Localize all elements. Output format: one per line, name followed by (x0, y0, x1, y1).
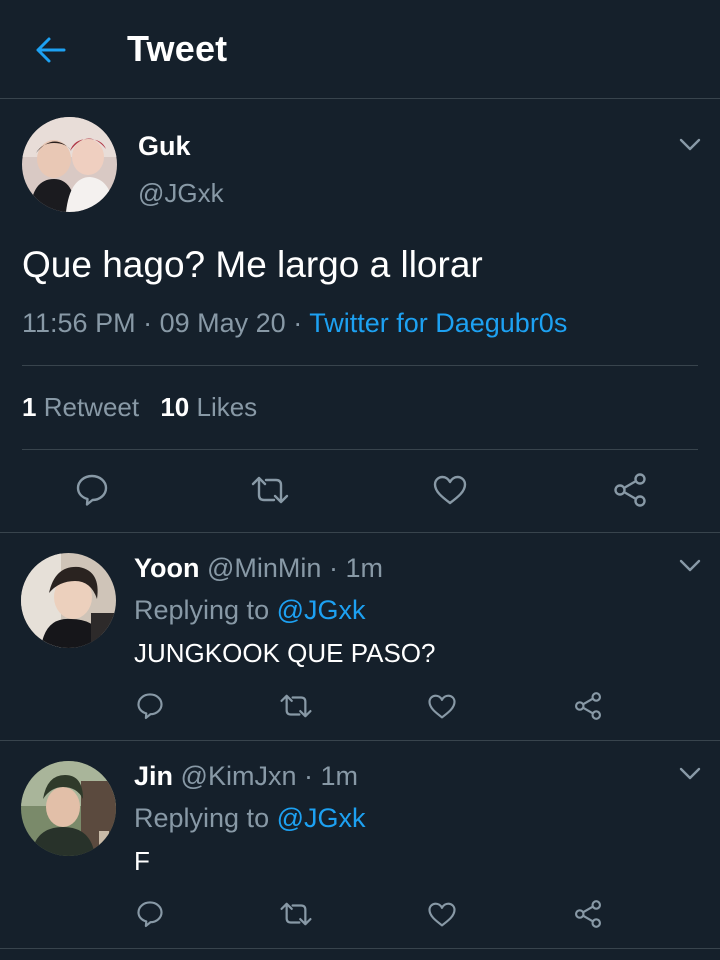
meta-separator: · (303, 761, 313, 791)
tweet-meta: 11:56 PM · 09 May 20 · Twitter for Daegu… (22, 308, 567, 339)
replying-label: Replying to (134, 595, 270, 625)
share-button[interactable] (570, 686, 606, 726)
tweet-actions (0, 468, 720, 512)
tweet-time: 11:56 PM (22, 308, 136, 338)
avatar[interactable] (22, 117, 117, 212)
reply-text: JUNGKOOK QUE PASO? (134, 638, 436, 668)
retweet-count: 1 (22, 392, 37, 422)
replying-to: Replying to @JGxk (134, 595, 366, 626)
reply-time: 1m (320, 761, 359, 791)
reply-time: 1m (345, 553, 383, 583)
heart-icon (428, 902, 456, 926)
reply-options-button[interactable] (675, 762, 705, 786)
comment-icon (76, 474, 108, 506)
divider (22, 449, 698, 450)
share-icon (574, 900, 602, 928)
share-icon (614, 473, 646, 507)
reply-author-handle[interactable]: @MinMin (207, 553, 321, 583)
tweet-stats: 1 Retweet 10 Likes (22, 392, 257, 423)
chevron-down-icon (679, 559, 701, 572)
reply-header: Yoon @MinMin · 1m (134, 553, 383, 584)
heart-icon (428, 694, 456, 718)
mention-link[interactable]: @JGxk (277, 803, 366, 833)
share-button[interactable] (570, 894, 606, 934)
meta-separator: · (143, 308, 153, 338)
page-title: Tweet (127, 28, 228, 69)
like-count: 10 (160, 392, 190, 422)
tweet-text: Que hago? Me largo a llorar (22, 244, 483, 285)
reply-actions (0, 686, 720, 726)
avatar[interactable] (21, 553, 116, 648)
author-name[interactable]: Guk (138, 131, 191, 162)
tweet-date: 09 May 20 (159, 308, 286, 338)
like-button[interactable] (428, 468, 472, 512)
likes-stat[interactable]: 10 Likes (160, 392, 257, 422)
arrow-left-icon (36, 37, 66, 63)
retweet-icon (251, 476, 289, 504)
reply-header: Jin @KimJxn · 1m (134, 761, 358, 792)
mention-link[interactable]: @JGxk (277, 595, 366, 625)
retweet-button[interactable] (276, 894, 316, 934)
reply-item[interactable]: Jin @KimJxn · 1m Replying to @JGxk F (0, 741, 720, 948)
retweet-button[interactable] (276, 686, 316, 726)
retweet-icon (280, 902, 312, 926)
meta-separator: · (328, 553, 338, 583)
divider (0, 948, 720, 949)
reply-author-handle[interactable]: @KimJxn (181, 761, 297, 791)
retweet-button[interactable] (248, 468, 292, 512)
heart-icon (433, 475, 467, 505)
chevron-down-icon (679, 138, 701, 151)
reply-author-name[interactable]: Jin (134, 761, 173, 791)
reply-button[interactable] (132, 686, 168, 726)
share-icon (574, 692, 602, 720)
reply-actions (0, 894, 720, 934)
comment-icon (137, 693, 163, 720)
retweets-stat[interactable]: 1 Retweet (22, 392, 146, 422)
reply-button[interactable] (132, 894, 168, 934)
reply-author-name[interactable]: Yoon (134, 553, 199, 583)
retweet-label: Retweet (43, 392, 140, 422)
comment-icon (137, 901, 163, 928)
reply-item[interactable]: Yoon @MinMin · 1m Replying to @JGxk JUNG… (0, 533, 720, 740)
tweet-source-link[interactable]: Twitter for Daegubr0s (309, 308, 567, 338)
reply-text: F (134, 846, 150, 876)
reply-button[interactable] (70, 468, 114, 512)
like-label: Likes (196, 392, 258, 422)
replying-label: Replying to (134, 803, 270, 833)
reply-options-button[interactable] (675, 554, 705, 578)
chevron-down-icon (679, 767, 701, 780)
like-button[interactable] (424, 894, 460, 934)
retweet-icon (280, 694, 312, 718)
share-button[interactable] (608, 468, 652, 512)
replying-to: Replying to @JGxk (134, 803, 366, 834)
meta-separator: · (293, 308, 303, 338)
avatar[interactable] (21, 761, 116, 856)
divider (22, 365, 698, 366)
tweet-options-button[interactable] (675, 133, 705, 157)
like-button[interactable] (424, 686, 460, 726)
top-bar: Tweet (0, 0, 720, 99)
author-handle[interactable]: @JGxk (138, 178, 224, 209)
back-button[interactable] (28, 30, 72, 70)
